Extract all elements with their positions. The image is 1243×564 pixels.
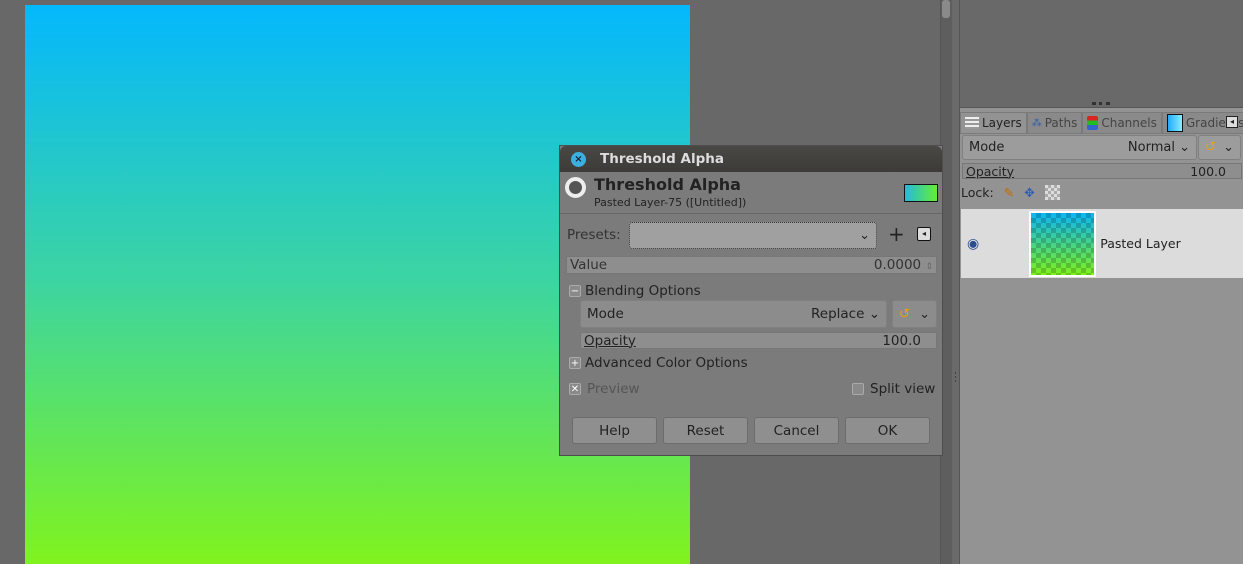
lock-position-icon[interactable]: ✥ (1024, 185, 1034, 200)
layer-opacity-slider[interactable]: Opacity 100.0 (962, 163, 1242, 179)
layer-thumbnail (1029, 210, 1097, 277)
lock-pixels-icon[interactable]: ✎ (1004, 185, 1014, 200)
reset-button[interactable]: Reset (663, 417, 748, 444)
dialog-header-subtitle: Pasted Layer-75 ([Untitled]) (594, 196, 747, 209)
ok-button[interactable]: OK (845, 417, 930, 444)
chevron-down-icon: ⌄ (1223, 140, 1234, 155)
layers-icon (965, 117, 979, 129)
close-icon[interactable]: × (571, 151, 586, 167)
preset-menu-button[interactable]: ◂ (917, 227, 931, 241)
blending-options-toggle[interactable]: − Blending Options (569, 283, 701, 299)
channels-icon (1087, 116, 1099, 130)
checkbox-checked-icon: ✕ (569, 383, 581, 395)
dock-tabs: Layers ⁂ Paths Channels Gradients (960, 112, 1243, 134)
layer-mode-select[interactable]: Mode Normal ⌄ (962, 135, 1197, 160)
tab-channels[interactable]: Channels (1082, 112, 1162, 134)
dock-separator[interactable]: · · · (952, 0, 960, 564)
tab-paths[interactable]: ⁂ Paths (1026, 112, 1083, 134)
gimp-logo-icon (565, 177, 586, 198)
dialog-titlebar[interactable]: × Threshold Alpha (560, 146, 942, 172)
presets-select[interactable]: ⌄ (629, 222, 877, 249)
split-view-checkbox[interactable]: Split view (852, 381, 935, 397)
chevron-down-icon: ⌄ (919, 306, 930, 322)
preview-checkbox[interactable]: ✕ Preview (569, 381, 640, 397)
collapse-icon: − (569, 285, 581, 297)
dialog-opacity-slider[interactable]: Opacity 100.0 (580, 332, 937, 349)
lock-row: Lock: ✎ ✥ (961, 185, 1060, 200)
dialog-header-title: Threshold Alpha (594, 175, 741, 194)
reset-icon: ↺ (899, 306, 910, 322)
tab-menu-button[interactable]: ◂ (1226, 116, 1238, 128)
spin-arrows-icon[interactable]: ⇕ (925, 262, 933, 272)
scrollbar-thumb[interactable] (942, 0, 950, 18)
paths-icon: ⁂ (1031, 117, 1042, 129)
tab-layers[interactable]: Layers (960, 112, 1027, 134)
advanced-color-options-toggle[interactable]: + Advanced Color Options (569, 355, 748, 371)
gradients-icon (1166, 114, 1183, 132)
chevron-down-icon: ⌄ (1179, 140, 1190, 155)
visibility-eye-icon[interactable]: ◉ (967, 236, 979, 252)
reset-icon: ↺ (1205, 140, 1216, 155)
add-preset-button[interactable]: + (888, 222, 905, 246)
blend-mode-select[interactable]: Mode Replace ⌄ (580, 300, 887, 328)
blend-reset-button[interactable]: ↺ ⌄ (892, 300, 937, 328)
chevron-down-icon: ⌄ (859, 228, 870, 243)
checkbox-unchecked-icon (852, 383, 864, 395)
value-spinbutton[interactable]: Value 0.0000 ⇕ (566, 256, 937, 274)
mode-reset-button[interactable]: ↺ ⌄ (1198, 135, 1241, 160)
layer-name[interactable]: Pasted Layer (1100, 236, 1181, 251)
threshold-alpha-dialog: × Threshold Alpha Threshold Alpha Pasted… (559, 145, 943, 456)
cancel-button[interactable]: Cancel (754, 417, 839, 444)
lock-alpha-icon[interactable] (1044, 185, 1060, 200)
chevron-down-icon: ⌄ (868, 306, 880, 322)
layer-row[interactable]: ◉ Pasted Layer (961, 209, 1243, 278)
layers-dock: Layers ⁂ Paths Channels Gradients ◂ Mode N… (960, 108, 1243, 564)
layer-preview-thumbnail (904, 184, 938, 202)
expand-icon: + (569, 357, 581, 369)
help-button[interactable]: Help (572, 417, 657, 444)
dock-top-panel (960, 0, 1243, 108)
